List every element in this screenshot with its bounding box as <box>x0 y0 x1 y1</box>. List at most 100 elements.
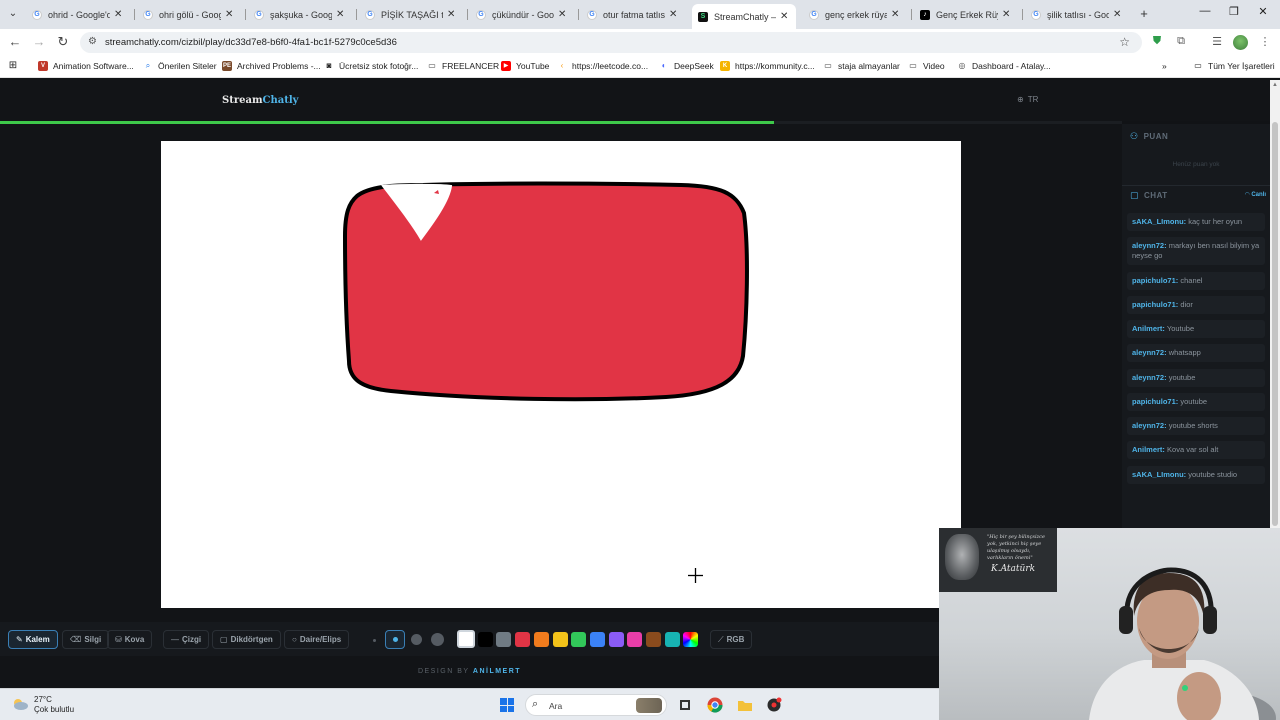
drawing-canvas[interactable] <box>161 141 961 608</box>
users-icon: ⚇ <box>1130 131 1139 141</box>
bookmark-item[interactable]: ◙ Ücretsiz stok fotoğr... <box>324 61 419 71</box>
windows-taskbar: 27°C Çok bulutlu ⌕ Ara <box>0 688 939 720</box>
tool-circle-button[interactable]: ○ Daire/Elips <box>284 630 350 649</box>
close-tab-icon[interactable]: ✕ <box>447 9 457 20</box>
taskbar-search[interactable]: ⌕ Ara <box>525 694 667 716</box>
cloudy-weather-icon[interactable] <box>11 697 29 711</box>
tool-eraser-button[interactable]: ⌫ Silgi <box>62 630 110 649</box>
chrome-taskbar-icon[interactable] <box>707 697 723 713</box>
close-tab-icon[interactable]: ✕ <box>780 11 790 22</box>
close-tab-icon[interactable]: ✕ <box>114 9 124 20</box>
bookmark-item[interactable]: ‹ https://leetcode.co... <box>557 61 648 71</box>
color-swatch[interactable] <box>664 632 680 647</box>
bookmark-item[interactable]: PE Archived Problems -... <box>222 61 321 71</box>
tab[interactable]: Gçükündür - Google ✕ <box>470 4 574 25</box>
maximize-icon[interactable]: ❐ <box>1219 5 1249 18</box>
close-tab-icon[interactable]: ✕ <box>669 9 679 20</box>
drawing-layer <box>343 181 749 402</box>
color-swatch[interactable] <box>589 632 605 647</box>
brush-size-xs[interactable] <box>373 639 376 642</box>
close-tab-icon[interactable]: ✕ <box>1002 9 1012 20</box>
tab[interactable]: Gotur fatma tatlısı ✕ <box>581 4 685 25</box>
close-tab-icon[interactable]: ✕ <box>558 9 568 20</box>
color-swatch[interactable] <box>552 632 568 647</box>
streamchatly-logo[interactable]: StreamChatly <box>222 95 298 106</box>
tool-pencil-button[interactable]: ✎ Kalem <box>8 630 58 649</box>
bookmark-item[interactable]: ▶ YouTube <box>501 61 549 71</box>
windows-start-icon[interactable] <box>500 698 514 712</box>
color-swatch[interactable] <box>496 632 512 647</box>
weather-widget[interactable]: 27°C Çok bulutlu <box>34 695 74 715</box>
color-swatch[interactable] <box>477 632 493 647</box>
color-swatch[interactable] <box>515 632 531 647</box>
bookmark-item[interactable]: ◎ Dashboard - Atalay... <box>957 61 1051 71</box>
bookmark-item[interactable]: ◐ DeepSeek <box>659 61 714 71</box>
custom-color-picker[interactable] <box>683 632 698 647</box>
search-highlight-image <box>636 698 662 713</box>
bookmark-item[interactable]: ▭ staja almayanlar <box>823 61 900 71</box>
apps-grid-icon[interactable]: ⊞ <box>8 61 23 71</box>
pe-icon: PE <box>222 61 232 71</box>
webcam-overlay: "Hiç bir şey bilinçsizce yok, yetkinci h… <box>939 528 1280 720</box>
tab[interactable]: ♪ Genç Erkek Rüyas ✕ <box>914 4 1018 25</box>
site-info-icon[interactable]: ⚙ <box>88 36 97 47</box>
tab[interactable]: Ggenç erkek rüyası ✕ <box>803 4 907 25</box>
search-icon: ⌕ <box>145 61 151 70</box>
bookmark-star-icon[interactable]: ☆ <box>1119 35 1130 49</box>
language-selector[interactable]: ⊕ TR <box>1017 95 1038 104</box>
media-queue-icon[interactable]: ☰ <box>1209 35 1225 48</box>
scrollbar-thumb[interactable] <box>1272 122 1278 526</box>
url-text[interactable]: streamchatly.com/cizbil/play/dc33d7e8-b6… <box>105 37 397 48</box>
folder-icon: ▭ <box>824 61 832 70</box>
bookmark-item[interactable]: ⌕ Önerilen Siteler <box>143 61 217 71</box>
back-arrow-icon[interactable]: ← <box>7 34 23 49</box>
close-window-icon[interactable]: ✕ <box>1248 5 1278 18</box>
profile-avatar[interactable] <box>1233 35 1248 50</box>
all-bookmarks-folder[interactable]: ▭ Tüm Yer İşaretleri <box>1193 61 1274 71</box>
reload-icon[interactable]: ↻ <box>55 34 71 50</box>
color-swatch[interactable] <box>571 632 587 647</box>
screen-recorder-icon[interactable] <box>766 697 782 713</box>
bookmark-item[interactable]: ▭ FREELANCER <box>427 61 499 71</box>
brush-size-sm-selected[interactable] <box>385 630 405 649</box>
brush-size-md[interactable] <box>411 634 422 645</box>
bookmark-item[interactable]: ▭ Video <box>908 61 944 71</box>
color-swatch[interactable] <box>646 632 661 647</box>
shield-extension-icon[interactable]: ⛊ <box>1149 35 1165 48</box>
tool-line-button[interactable]: — Çizgi <box>163 630 210 649</box>
minimize-icon[interactable]: — <box>1190 5 1220 17</box>
tab[interactable]: Gohri gölü - Google ✕ <box>137 4 241 25</box>
bookmarks-overflow-icon[interactable]: » <box>1162 61 1167 71</box>
close-tab-icon[interactable]: ✕ <box>225 9 235 20</box>
tab-search-icon[interactable]: ⌄ <box>4 6 22 22</box>
omnibox[interactable]: ⚙ streamchatly.com/cizbil/play/dc33d7e8-… <box>80 32 1142 53</box>
rgb-button[interactable]: ⟋ RGB <box>710 630 753 649</box>
tool-bucket-button[interactable]: ⛁ Kova <box>107 630 153 649</box>
color-swatch[interactable] <box>533 632 549 647</box>
close-tab-icon[interactable]: ✕ <box>891 9 901 20</box>
bookmark-item[interactable]: Khttps://kommunity.c... <box>720 61 815 71</box>
tab[interactable]: Gşilik tatlısı - Goog ✕ <box>1025 4 1129 25</box>
color-swatch[interactable] <box>457 630 475 648</box>
chat-message: Anilmert: Youtube <box>1127 320 1265 338</box>
extensions-puzzle-icon[interactable]: ⧉ <box>1173 35 1189 48</box>
close-tab-icon[interactable]: ✕ <box>1113 9 1123 20</box>
scroll-up-icon[interactable]: ▲ <box>1272 82 1278 88</box>
new-tab-button[interactable]: + <box>1137 6 1151 21</box>
color-swatch[interactable] <box>608 632 624 647</box>
color-swatch[interactable] <box>627 632 643 647</box>
brush-size-lg[interactable] <box>431 633 444 646</box>
forward-arrow-icon[interactable]: → <box>31 34 47 49</box>
tool-rectangle-button[interactable]: ▢ Dikdörtgen <box>212 630 281 649</box>
task-view-icon[interactable] <box>677 697 693 713</box>
browser-menu-icon[interactable]: ⋮ <box>1257 35 1273 48</box>
tab[interactable]: G PİŞİK TAŞAĞI tatlı ✕ <box>359 4 463 25</box>
tab[interactable]: Gohrid - Google'da ✕ <box>26 4 130 25</box>
bookmark-item[interactable]: V Animation Software... <box>38 61 134 71</box>
tab[interactable]: Gşakşuka - Google ✕ <box>248 4 352 25</box>
tab-separator <box>467 9 468 20</box>
file-explorer-icon[interactable] <box>737 697 753 713</box>
close-tab-icon[interactable]: ✕ <box>336 9 346 20</box>
chat-text: Kova var sol alt <box>1167 445 1219 454</box>
tab-active[interactable]: S StreamChatly — A ✕ <box>692 4 796 29</box>
